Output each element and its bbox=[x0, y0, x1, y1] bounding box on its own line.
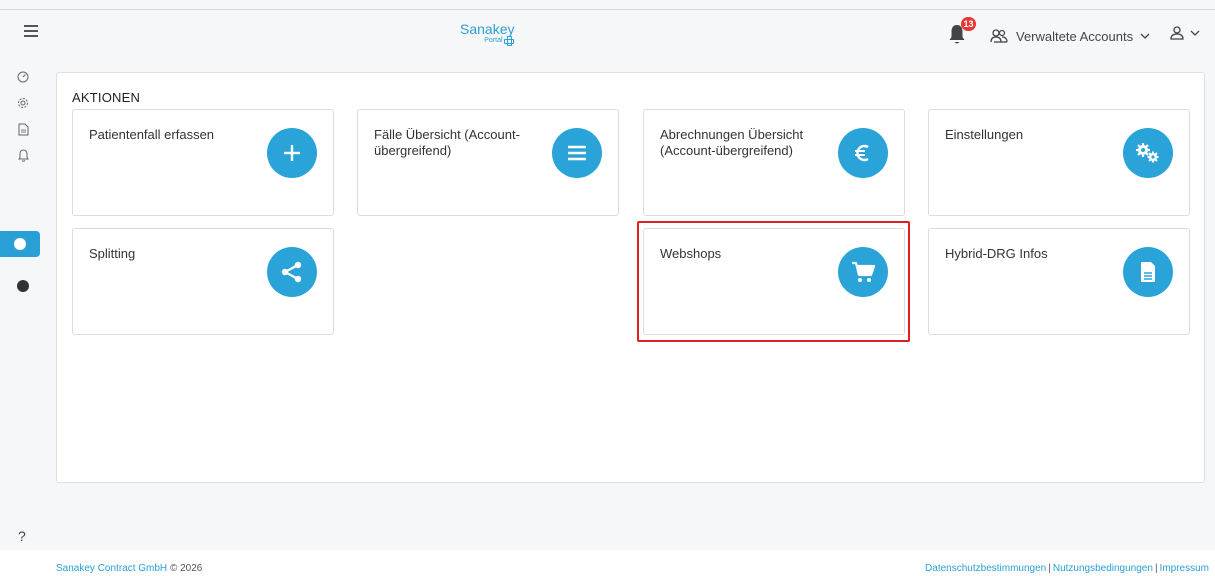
user-menu[interactable] bbox=[1170, 26, 1200, 40]
tile-faelle-uebersicht[interactable]: Fälle Übersicht (Account-übergreifend) bbox=[357, 109, 619, 216]
tile-abrechnungen-uebersicht[interactable]: Abrechnungen Übersicht (Account-übergrei… bbox=[643, 109, 905, 216]
footer-copyright: Sanakey Contract GmbH © 2026 bbox=[56, 563, 202, 574]
tile-title: Webshops bbox=[660, 246, 722, 261]
menu-icon[interactable] bbox=[24, 25, 38, 39]
chevron-down-icon bbox=[1140, 33, 1150, 39]
cross-icon bbox=[504, 36, 515, 46]
sidebar-item-circle[interactable] bbox=[0, 273, 46, 299]
plus-icon bbox=[267, 128, 317, 178]
cart-icon bbox=[838, 247, 888, 297]
tile-patientenfall[interactable]: Patientenfall erfassen bbox=[72, 109, 334, 216]
share-icon bbox=[267, 247, 317, 297]
footer: Sanakey Contract GmbH © 2026 Datenschutz… bbox=[0, 550, 1215, 576]
tile-title: Hybrid-DRG Infos bbox=[945, 246, 1048, 261]
top-header: Sanakey Portal 13 Verwaltete Accounts bbox=[0, 10, 1215, 58]
link-datenschutz[interactable]: Datenschutzbestimmungen bbox=[925, 563, 1046, 574]
tile-hybrid-drg[interactable]: Hybrid-DRG Infos bbox=[928, 228, 1190, 335]
users-icon bbox=[990, 29, 1008, 43]
managed-accounts-dropdown[interactable]: Verwaltete Accounts bbox=[990, 26, 1150, 46]
bell-icon bbox=[17, 148, 29, 162]
tile-title: Abrechnungen Übersicht (Account-übergrei… bbox=[660, 127, 804, 158]
tile-webshops[interactable]: Webshops bbox=[643, 228, 905, 335]
euro-icon bbox=[838, 128, 888, 178]
sidebar-item-active[interactable] bbox=[0, 231, 40, 257]
gears-icon bbox=[1123, 128, 1173, 178]
tile-einstellungen[interactable]: Einstellungen bbox=[928, 109, 1190, 216]
logo-sub: Portal bbox=[484, 36, 503, 44]
tile-splitting[interactable]: Splitting bbox=[72, 228, 334, 335]
chevron-down-icon bbox=[1190, 30, 1200, 36]
notification-badge: 13 bbox=[961, 17, 976, 31]
footer-links: Datenschutzbestimmungen | Nutzungsbedingun… bbox=[925, 563, 1209, 574]
tile-title: Splitting bbox=[89, 246, 136, 261]
sidebar-item-settings[interactable] bbox=[0, 90, 46, 116]
section-title: AKTIONEN bbox=[72, 90, 141, 105]
managed-accounts-label: Verwaltete Accounts bbox=[1016, 28, 1134, 44]
company-name[interactable]: Sanakey Contract GmbH bbox=[56, 563, 167, 574]
dashboard-icon bbox=[17, 71, 29, 83]
actions-panel: AKTIONEN Patientenfall erfassen Fälle Üb… bbox=[56, 72, 1205, 483]
circle-active-icon bbox=[14, 238, 26, 250]
sidebar-item-documents[interactable] bbox=[0, 116, 46, 142]
sidebar bbox=[0, 58, 46, 576]
link-nutzungsbedingungen[interactable]: Nutzungsbedingungen bbox=[1053, 563, 1153, 574]
tile-title: Fälle Übersicht (Account-übergreifend) bbox=[374, 127, 520, 158]
sidebar-item-dashboard[interactable] bbox=[0, 64, 46, 90]
app-logo[interactable]: Sanakey Portal bbox=[460, 21, 515, 46]
circle-icon bbox=[17, 280, 29, 292]
link-impressum[interactable]: Impressum bbox=[1160, 563, 1209, 574]
copyright-year: © 2026 bbox=[169, 563, 203, 574]
sidebar-item-notifications[interactable] bbox=[0, 142, 46, 168]
help-icon[interactable]: ? bbox=[18, 528, 26, 544]
logo-name: Sanakey bbox=[460, 21, 515, 37]
tile-title: Patientenfall erfassen bbox=[89, 127, 215, 142]
tile-title: Einstellungen bbox=[945, 127, 1024, 142]
document-icon bbox=[1123, 247, 1173, 297]
document-icon bbox=[18, 123, 28, 135]
gear-icon bbox=[18, 98, 28, 108]
list-icon bbox=[552, 128, 602, 178]
user-icon bbox=[1170, 26, 1184, 40]
